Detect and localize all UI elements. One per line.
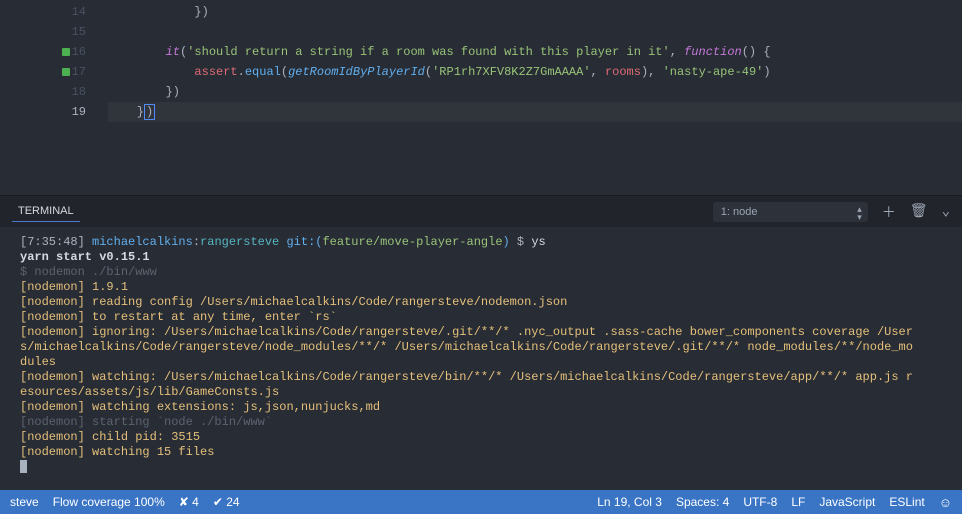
plus-icon[interactable]: ＋	[882, 202, 896, 222]
term-git: git:(	[286, 235, 322, 249]
terminal-select[interactable]: 1: node ▴▾	[713, 202, 868, 222]
line-number: 19	[72, 105, 86, 119]
line-number: 16	[72, 45, 86, 59]
status-bar: steve Flow coverage 100% ✘ 4 ✔ 24 Ln 19,…	[0, 490, 962, 514]
status-flow[interactable]: Flow coverage 100%	[53, 495, 165, 509]
line-number: 14	[72, 5, 86, 19]
line-number: 17	[72, 65, 86, 79]
term-host: rangersteve	[200, 235, 279, 249]
status-language[interactable]: JavaScript	[819, 495, 875, 509]
line-number: 18	[72, 85, 86, 99]
status-eol[interactable]: LF	[791, 495, 805, 509]
editor-pane[interactable]: 14 15 16 17 18 19 }) it('should return a…	[0, 0, 962, 195]
code-text: })	[108, 5, 209, 19]
code-text	[108, 65, 194, 79]
term-line: yarn start v0.15.1	[20, 250, 950, 265]
status-steve[interactable]: steve	[10, 495, 39, 509]
terminal-output[interactable]: [7:35:48] michaelcalkins:rangersteve git…	[0, 227, 962, 485]
terminal-cursor-icon	[20, 460, 27, 473]
code-text: rooms	[605, 65, 641, 79]
git-marker-icon	[62, 68, 70, 76]
code-text: () {	[742, 45, 771, 59]
line-gutter: 14 15 16 17 18 19	[0, 2, 108, 195]
term-user: michaelcalkins	[92, 235, 193, 249]
code-text: 'should return a string if a room was fo…	[187, 45, 669, 59]
term-time: [7:35:48]	[20, 235, 85, 249]
status-errors[interactable]: ✘ 4	[179, 495, 199, 509]
status-eslint[interactable]: ESLint	[889, 495, 924, 509]
status-encoding[interactable]: UTF-8	[743, 495, 777, 509]
code-text: })	[108, 85, 180, 99]
code-text: getRoomIdByPlayerId	[288, 65, 425, 79]
terminal-panel-header: TERMINAL 1: node ▴▾ ＋ 🗑 ⌄	[0, 195, 962, 227]
term-line: $ nodemon ./bin/www	[20, 265, 950, 280]
code-text: it	[108, 45, 180, 59]
terminal-select-value: 1: node	[721, 206, 758, 218]
trash-icon[interactable]: 🗑	[910, 203, 928, 220]
code-text: }	[108, 105, 144, 119]
status-spaces[interactable]: Spaces: 4	[676, 495, 729, 509]
code-text: function	[684, 45, 742, 59]
status-position[interactable]: Ln 19, Col 3	[597, 495, 662, 509]
code-content[interactable]: }) it('should return a string if a room …	[108, 2, 962, 195]
code-text: equal	[245, 65, 281, 79]
smiley-icon[interactable]: ☺	[939, 495, 952, 510]
term-branch: feature/move-player-angle	[322, 235, 502, 249]
code-text: assert	[194, 65, 237, 79]
terminal-tab[interactable]: TERMINAL	[12, 201, 80, 222]
term-cmd: ys	[531, 235, 545, 249]
line-number: 15	[72, 25, 86, 39]
cursor-icon: )	[144, 104, 155, 120]
git-marker-icon	[62, 48, 70, 56]
chevron-down-icon[interactable]: ⌄	[942, 203, 950, 220]
code-text: 'nasty-ape-49'	[663, 65, 764, 79]
status-ok[interactable]: ✔ 24	[213, 495, 240, 509]
code-text: 'RP1rh7XFV8K2Z7GmAAAA'	[432, 65, 590, 79]
chevron-updown-icon: ▴▾	[857, 205, 862, 221]
